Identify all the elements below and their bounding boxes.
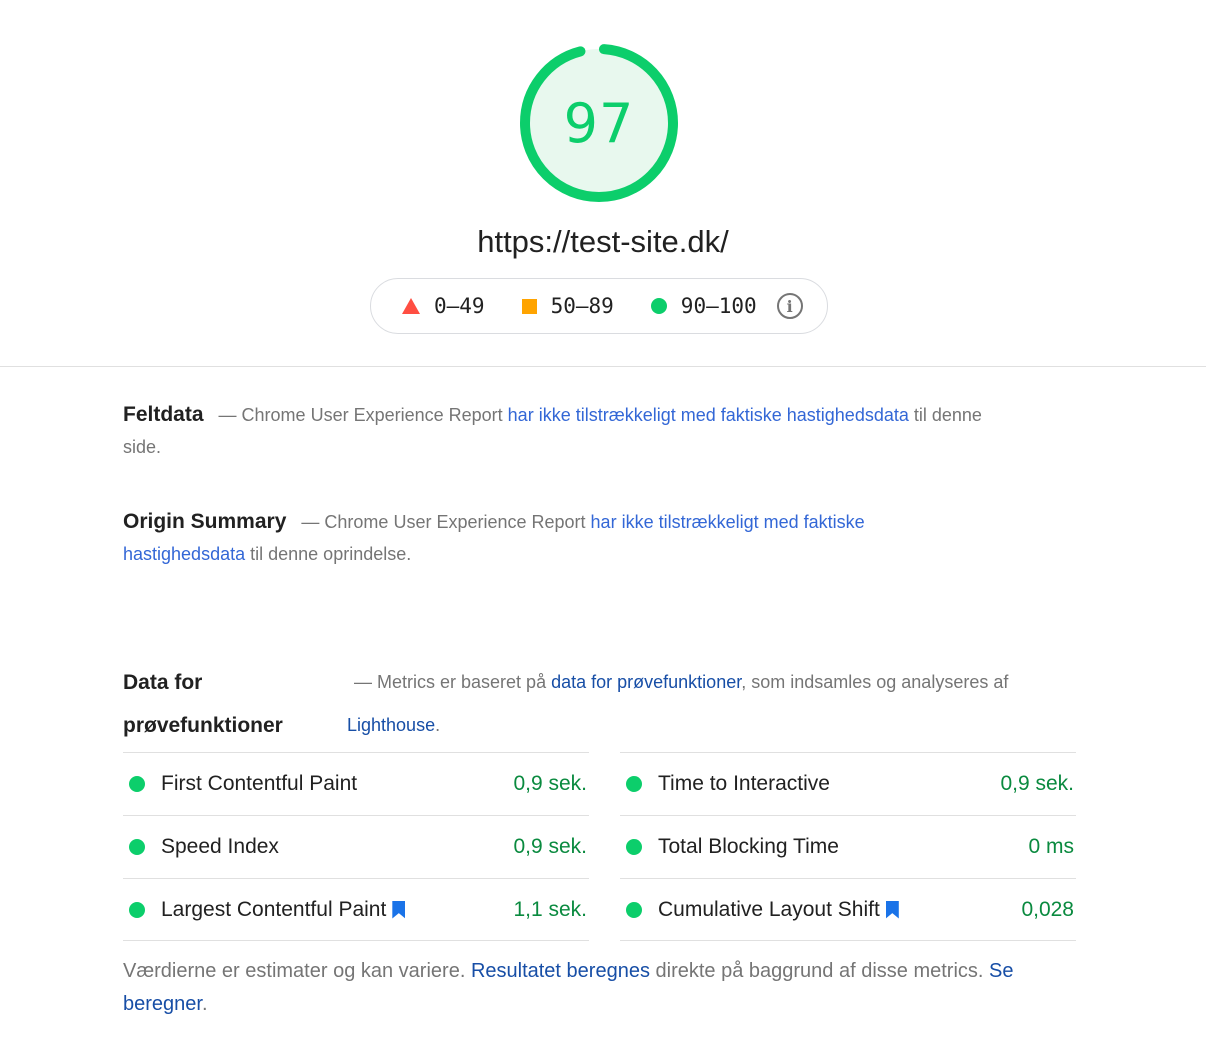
- metric-value: 0 ms: [1028, 835, 1074, 858]
- metric-name: Largest Contentful Paint: [161, 897, 387, 921]
- origin-summary-dash: —: [301, 512, 320, 532]
- pass-dot-icon: [129, 839, 145, 855]
- score-legend: 0–49 50–89 90–100 i: [370, 278, 828, 334]
- lab-data-title-line2: prøvefunktioner: [123, 714, 283, 737]
- bookmark-icon: [392, 900, 406, 919]
- triangle-red-icon: [402, 298, 420, 314]
- metric-name-wrap: Largest Contentful Paint: [161, 897, 406, 922]
- pass-dot-icon: [626, 776, 642, 792]
- section-divider: [0, 366, 1206, 367]
- pass-dot-icon: [129, 901, 145, 918]
- legend-label-fail: 0–49: [434, 294, 485, 318]
- calculation-link[interactable]: Resultatet beregnes: [471, 960, 650, 982]
- metric-name: Cumulative Layout Shift: [658, 897, 880, 921]
- field-data-dash: —: [218, 405, 237, 425]
- metric-value: 1,1 sek.: [513, 897, 587, 921]
- origin-summary-prefix: Chrome User Experience Report: [324, 512, 586, 532]
- metric-name: Speed Index: [161, 835, 279, 858]
- metric-value: 0,9 sek.: [513, 835, 587, 858]
- legend-item-pass: 90–100: [650, 294, 757, 318]
- lab-data-middle: , som indsamles og analyseres af: [741, 672, 1009, 692]
- metric-row: Cumulative Layout Shift 0,028: [620, 878, 1076, 941]
- lighthouse-link[interactable]: Lighthouse: [347, 715, 435, 735]
- metric-value: 0,9 sek.: [513, 772, 587, 795]
- metric-value: 0,028: [1021, 897, 1074, 921]
- metrics-left-column: First Contentful Paint 0,9 sek. Speed In…: [123, 752, 589, 941]
- footnote-end: .: [201, 993, 208, 1015]
- footnote-text1: Værdierne er estimater og kan variere.: [123, 960, 466, 982]
- lab-data-title: Data for prøvefunktioner: [123, 661, 283, 747]
- metric-row: Speed Index 0,9 sek.: [123, 815, 589, 878]
- score-gauge: 97: [517, 41, 681, 205]
- bookmark-icon: [885, 900, 899, 919]
- field-data-title: Feltdata: [123, 403, 204, 426]
- metric-name-wrap: Cumulative Layout Shift: [658, 898, 899, 922]
- origin-summary-title: Origin Summary: [123, 510, 287, 533]
- footnote-text2: direkte på baggrund af disse metrics.: [655, 960, 984, 982]
- info-icon[interactable]: i: [776, 293, 803, 319]
- metric-name: Time to Interactive: [658, 772, 830, 795]
- performance-score: 97: [563, 91, 635, 155]
- metrics-footnote: Værdierne er estimater og kan variere. R…: [123, 955, 1083, 1021]
- metric-row: Largest Contentful Paint 1,1 sek.: [123, 878, 589, 941]
- pass-dot-icon: [626, 901, 642, 918]
- metric-row: First Contentful Paint 0,9 sek.: [123, 752, 589, 815]
- field-data-link[interactable]: har ikke tilstrækkeligt med faktiske has…: [508, 405, 909, 425]
- legend-item-fail: 0–49: [402, 294, 485, 318]
- square-orange-icon: [521, 298, 537, 314]
- metric-name: Total Blocking Time: [658, 835, 839, 858]
- pass-dot-icon: [626, 839, 642, 855]
- field-data-section: Feltdata — Chrome User Experience Report…: [123, 399, 983, 463]
- lab-data-prefix: Metrics er baseret på: [377, 672, 547, 692]
- circle-green-icon: [650, 298, 667, 314]
- metric-value: 0,9 sek.: [1000, 772, 1074, 795]
- lab-data-end: .: [435, 715, 441, 735]
- origin-summary-section: Origin Summary — Chrome User Experience …: [123, 506, 913, 570]
- metrics-right-column: Time to Interactive 0,9 sek. Total Block…: [620, 752, 1076, 941]
- origin-summary-suffix: til denne oprindelse.: [250, 544, 412, 564]
- metric-row: Time to Interactive 0,9 sek.: [620, 752, 1076, 815]
- lab-data-link[interactable]: data for prøvefunktioner: [551, 672, 741, 692]
- metric-row: Total Blocking Time 0 ms: [620, 815, 1076, 878]
- lab-data-title-line1: Data for: [123, 671, 203, 694]
- pass-dot-icon: [129, 776, 145, 792]
- page-url: https://test-site.dk/: [477, 224, 729, 259]
- legend-item-average: 50–89: [521, 294, 614, 318]
- field-data-prefix: Chrome User Experience Report: [241, 405, 503, 425]
- metric-name: First Contentful Paint: [161, 772, 358, 795]
- legend-label-average: 50–89: [550, 294, 614, 318]
- lab-data-dash: —: [354, 672, 372, 692]
- legend-label-pass: 90–100: [680, 294, 757, 318]
